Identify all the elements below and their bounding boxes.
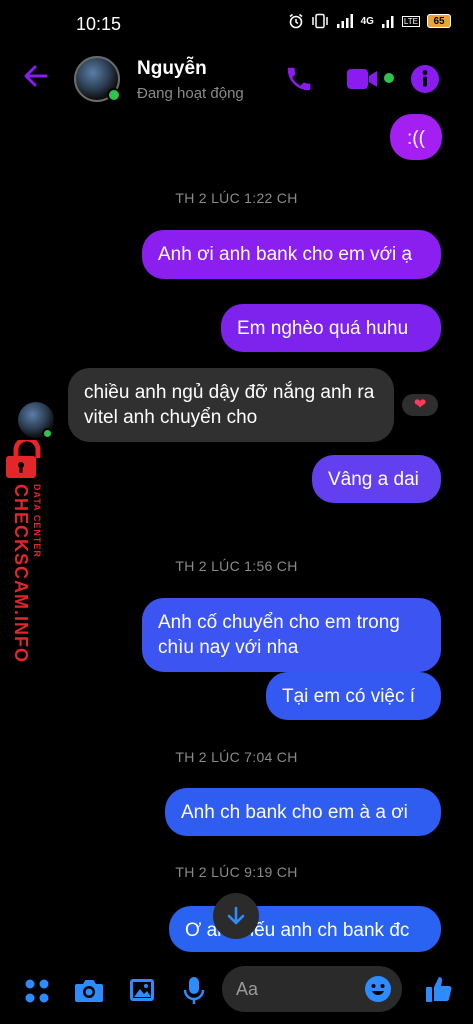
alarm-icon	[289, 13, 303, 29]
microphone-icon[interactable]	[182, 976, 206, 1006]
signal-icon-2	[381, 16, 394, 28]
reaction-heart[interactable]: ❤	[400, 392, 440, 418]
network-type: 4G	[360, 15, 374, 27]
video-online-dot	[384, 73, 394, 83]
online-indicator	[107, 88, 121, 102]
camera-icon[interactable]	[74, 976, 104, 1004]
message-bubble-in[interactable]: chiều anh ngủ dậy đỡ nắng anh ra vitel a…	[68, 368, 394, 442]
gallery-icon[interactable]	[128, 976, 156, 1004]
message-bubble-out[interactable]: Ơ anh nếu anh ch bank đc	[169, 906, 441, 952]
composer-bar	[0, 962, 473, 1024]
watermark-brand: CHECKSCAM.INFO	[11, 484, 31, 663]
message-bubble-out[interactable]: Vâng a dai	[312, 455, 441, 503]
emoji-icon[interactable]	[364, 975, 392, 1003]
message-bubble-out[interactable]: Anh ch bank cho em à a ơi	[165, 788, 441, 836]
message-bubble-out[interactable]: :((	[390, 114, 442, 160]
signal-icon	[336, 14, 353, 28]
message-input[interactable]	[236, 979, 346, 1000]
message-bubble-out[interactable]: Anh cố chuyển cho em trong chìu nay với …	[142, 598, 441, 672]
vibrate-icon	[311, 13, 328, 29]
status-icons: 4G LTE 65	[288, 13, 451, 29]
timestamp: TH 2 LÚC 9:19 CH	[175, 864, 298, 880]
message-input-box[interactable]	[222, 966, 402, 1012]
message-bubble-out[interactable]: Tại em có việc í	[266, 672, 441, 720]
conversation-header: Nguyễn Đang hoạt động	[0, 48, 473, 110]
timestamp: TH 2 LÚC 7:04 CH	[175, 749, 298, 765]
battery-icon: 65	[427, 14, 451, 28]
thumbs-up-icon[interactable]	[424, 974, 454, 1004]
more-apps-icon[interactable]	[24, 978, 50, 1004]
message-bubble-out[interactable]: Anh ơi anh bank cho em với ạ	[142, 230, 441, 279]
message-bubble-out[interactable]: Em nghèo quá huhu	[221, 304, 441, 352]
watermark-tagline: DATA CENTER	[32, 484, 42, 558]
arrow-down-icon	[227, 906, 245, 925]
back-arrow-icon[interactable]	[22, 62, 50, 90]
volte-label: LTE	[401, 15, 420, 27]
video-call-icon[interactable]	[346, 66, 380, 92]
message-list[interactable]: :(( TH 2 LÚC 1:22 CH Anh ơi anh bank cho…	[0, 110, 473, 962]
contact-status: Đang hoạt động	[137, 85, 244, 102]
scroll-to-bottom-button[interactable]	[213, 893, 259, 939]
phone-icon[interactable]	[284, 64, 314, 94]
status-bar: 10:15 4G LTE 65	[0, 0, 473, 48]
contact-name[interactable]: Nguyễn	[137, 58, 207, 80]
timestamp: TH 2 LÚC 1:56 CH	[175, 558, 298, 574]
info-icon[interactable]	[410, 64, 440, 94]
clock: 10:15	[76, 14, 122, 34]
watermark: CHECKSCAM.INFO DATA CENTER	[4, 402, 56, 672]
timestamp: TH 2 LÚC 1:22 CH	[175, 190, 298, 206]
lock-icon	[6, 440, 41, 478]
online-indicator	[42, 428, 53, 439]
